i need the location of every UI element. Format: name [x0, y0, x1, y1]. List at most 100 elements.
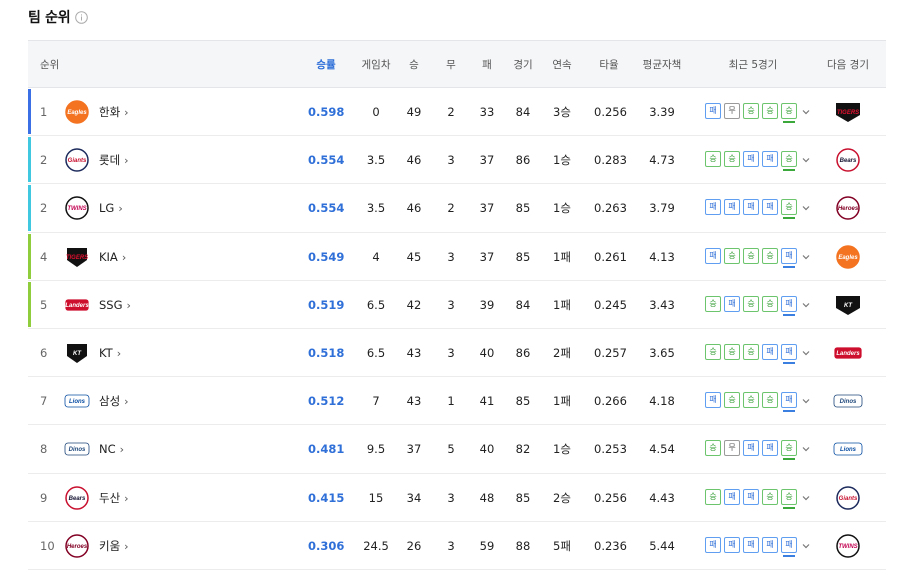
recent-result-badge: 승 — [724, 343, 740, 360]
svg-text:Eagles: Eagles — [838, 255, 858, 261]
team-link[interactable]: 한화 › — [99, 88, 129, 136]
team-link[interactable]: SSG › — [99, 281, 131, 329]
svg-text:Landers: Landers — [836, 351, 860, 357]
games-behind-cell: 15 — [368, 490, 384, 505]
table-row: 1 Eagles 한화 › 0.598 0 49 2 33 84 3승 0.256 3.39 패 무 승 승 승 T… — [28, 88, 886, 137]
team-link[interactable]: 두산 › — [99, 474, 129, 522]
next-opponent-tigers-logo[interactable]: TIGERS — [833, 100, 863, 124]
recent-games: 승패패승승 — [705, 488, 811, 509]
next-opponent-lions-logo[interactable]: Lions — [833, 437, 863, 461]
next-opponent-eagles-logo[interactable]: Eagles — [833, 244, 863, 269]
chevron-right-icon: › — [118, 202, 123, 216]
eagles-logo[interactable]: Eagles — [64, 100, 90, 124]
recent-result-badge: 승 — [705, 151, 721, 168]
chevron-right-icon: › — [121, 250, 127, 264]
next-opponent-twins-logo[interactable]: TWINS — [833, 533, 863, 558]
chevron-down-icon[interactable] — [801, 202, 811, 212]
batting-avg-cell: 0.261 — [594, 249, 627, 264]
team-link[interactable]: NC › — [99, 425, 124, 473]
next-opponent-landers-logo[interactable]: Landers — [833, 341, 863, 365]
recent-result-badge: 승 — [743, 103, 759, 119]
chevron-down-icon[interactable] — [801, 540, 811, 550]
losses-cell: 33 — [479, 105, 495, 119]
recent-games: 패승승승패 — [705, 247, 811, 268]
win-rate-cell: 0.598 — [308, 105, 345, 119]
team-link[interactable]: KIA › — [99, 233, 126, 281]
draws-cell: 3 — [447, 153, 455, 168]
win-rate-cell: 0.554 — [308, 201, 345, 216]
team-link[interactable]: KT › — [99, 329, 121, 377]
rank-cell: 4 — [40, 249, 48, 264]
next-opponent-giants-logo[interactable]: Giants — [833, 485, 863, 510]
recent-result-badge: 승 — [705, 295, 721, 312]
next-opponent-bears-logo[interactable]: Bears — [833, 148, 863, 172]
team-link[interactable]: 키움 › — [99, 522, 129, 570]
chevron-down-icon[interactable] — [801, 299, 811, 309]
rank-cell: 2 — [40, 153, 48, 168]
table-row: 9 Bears 두산 › 0.415 15 34 3 48 85 2승 0.256 4.43 승 패 패 승 승 G… — [28, 474, 886, 522]
table-row: 5 Landers SSG › 0.519 6.5 42 3 39 84 1패 0.245 3.43 승 패… — [28, 281, 886, 329]
batting-avg-cell: 0.256 — [594, 105, 627, 119]
team-link[interactable]: 삼성 › — [99, 377, 129, 425]
recent-result-badge: 승 — [762, 295, 778, 312]
lions-logo[interactable]: Lions — [64, 389, 90, 413]
recent-result-badge: 패 — [724, 295, 740, 312]
games-behind-cell: 7 — [372, 394, 380, 409]
recent-result-badge: 패 — [762, 343, 778, 360]
recent-result-badge: 승 — [705, 440, 721, 457]
next-opponent-dinos-logo[interactable]: Dinos — [833, 389, 863, 413]
rank-cell: 8 — [40, 442, 48, 457]
header-win-rate[interactable]: 승률 — [308, 41, 344, 89]
team-name: LG — [99, 201, 115, 216]
table-row: 7 Lions 삼성 › 0.512 7 43 1 41 85 1패 0.266 4.18 패 승 승 승 패 Di… — [28, 377, 886, 426]
recent-games: 패승승승패 — [705, 392, 811, 413]
recent-result-badge: 승 — [781, 488, 797, 509]
win-rate-cell: 0.549 — [308, 249, 345, 264]
dinos-logo[interactable]: Dinos — [64, 437, 90, 461]
info-icon[interactable] — [75, 10, 89, 24]
chevron-down-icon[interactable] — [801, 443, 811, 453]
recent-result-badge: 패 — [743, 199, 759, 216]
losses-cell: 37 — [479, 153, 495, 168]
team-link[interactable]: 롯데 › — [99, 136, 129, 184]
era-cell: 4.54 — [649, 442, 675, 457]
wins-cell: 42 — [406, 297, 422, 312]
losses-cell: 59 — [479, 538, 495, 553]
twins-logo[interactable]: TWINS — [64, 196, 90, 221]
chevron-right-icon: › — [124, 395, 129, 409]
recent-result-badge: 패 — [762, 440, 778, 457]
chevron-down-icon[interactable] — [801, 492, 811, 502]
games-cell: 85 — [515, 249, 531, 264]
giants-logo[interactable]: Giants — [64, 148, 90, 172]
recent-result-badge: 패 — [705, 392, 721, 409]
recent-result-badge: 패 — [743, 151, 759, 168]
draws-cell: 2 — [447, 201, 455, 216]
games-cell: 84 — [515, 105, 531, 119]
recent-result-badge: 승 — [781, 199, 797, 220]
chevron-down-icon[interactable] — [801, 251, 811, 261]
next-opponent-heroes-logo[interactable]: Heroes — [833, 196, 863, 221]
rank-highlight-bar — [28, 137, 31, 183]
heroes-logo[interactable]: Heroes — [64, 533, 90, 558]
chevron-down-icon[interactable] — [801, 395, 811, 405]
landers-logo[interactable]: Landers — [64, 293, 90, 317]
next-opponent-wiz-logo[interactable]: KT — [833, 293, 863, 317]
team-name: KT — [99, 345, 113, 360]
draws-cell: 1 — [447, 394, 455, 409]
chevron-down-icon[interactable] — [801, 347, 811, 357]
bears-logo[interactable]: Bears — [64, 485, 90, 510]
svg-text:TIGERS: TIGERS — [837, 110, 859, 116]
tigers-logo[interactable]: TIGERS — [64, 245, 90, 269]
streak-cell: 2승 — [553, 490, 571, 505]
team-link[interactable]: LG › — [99, 184, 123, 232]
recent-result-badge: 패 — [781, 392, 797, 413]
streak-cell: 1승 — [553, 153, 571, 168]
wiz-logo[interactable]: KT — [64, 341, 90, 365]
chevron-down-icon[interactable] — [801, 154, 811, 164]
wins-cell: 43 — [406, 394, 422, 409]
recent-result-badge: 패 — [762, 151, 778, 168]
draws-cell: 3 — [447, 297, 455, 312]
recent-result-badge: 패 — [705, 247, 721, 264]
chevron-down-icon[interactable] — [801, 106, 811, 116]
header-rank: 순위 — [40, 59, 60, 71]
